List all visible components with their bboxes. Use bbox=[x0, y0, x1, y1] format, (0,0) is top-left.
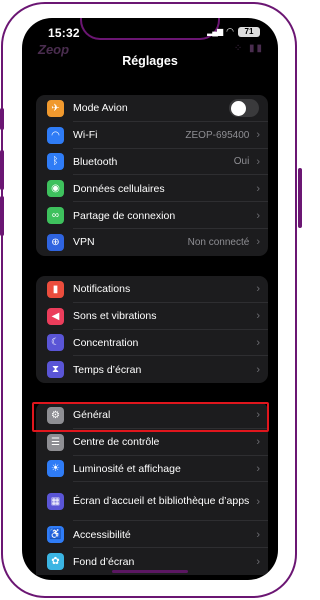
settings-row-airplane-mode[interactable]: ✈ Mode Avion bbox=[36, 95, 268, 122]
chevron-right-icon: › bbox=[256, 363, 260, 376]
wifi-icon: ◠ bbox=[47, 126, 64, 144]
signal-icon: ▂▄▆ bbox=[207, 27, 223, 36]
settings-row-wifi[interactable]: ◠ Wi-Fi ZEOP-695400 › bbox=[36, 122, 268, 149]
status-time: 15:32 bbox=[48, 26, 80, 40]
chevron-right-icon: › bbox=[256, 336, 260, 349]
sun-icon: ☀ bbox=[47, 460, 64, 478]
chevron-right-icon: › bbox=[256, 555, 260, 568]
home-indicator bbox=[112, 570, 188, 573]
settings-row-label: Données cellulaires bbox=[73, 182, 165, 195]
globe-icon: ⊕ bbox=[47, 233, 64, 251]
settings-row-control-center[interactable]: ☰ Centre de contrôle › bbox=[36, 429, 268, 456]
side-button-left-low bbox=[0, 196, 4, 236]
highlight-general-outline bbox=[32, 402, 269, 432]
settings-row-label: Notifications bbox=[73, 283, 131, 296]
side-button-right bbox=[298, 168, 302, 228]
settings-row-label: Sons et vibrations bbox=[73, 310, 157, 323]
battery-icon: 71 bbox=[238, 26, 260, 37]
settings-row-bluetooth[interactable]: ᛒ Bluetooth Oui › bbox=[36, 149, 268, 176]
bluetooth-icon: ᛒ bbox=[47, 153, 64, 171]
settings-row-label: Écran d’accueil et bibliothèque d’apps bbox=[73, 495, 250, 508]
chevron-right-icon: › bbox=[256, 155, 260, 168]
settings-row-label: Centre de contrôle bbox=[73, 436, 160, 449]
settings-row-label: Mode Avion bbox=[73, 102, 128, 115]
settings-row-home-screen[interactable]: ▦ Écran d’accueil et bibliothèque d’apps… bbox=[36, 482, 268, 522]
settings-row-label: Fond d’écran bbox=[73, 555, 135, 568]
accessibility-icon: ♿ bbox=[47, 526, 64, 544]
settings-row-value: Non connecté bbox=[187, 236, 250, 248]
settings-group-notifications: ▮ Notifications › ◀ Sons et vibrations ›… bbox=[36, 276, 268, 384]
settings-row-label: VPN bbox=[73, 236, 95, 249]
page-title: Réglages bbox=[122, 54, 178, 68]
chevron-right-icon: › bbox=[256, 462, 260, 475]
chevron-right-icon: › bbox=[256, 129, 260, 142]
settings-row-screen-time[interactable]: ⧗ Temps d’écran › bbox=[36, 356, 268, 383]
settings-row-label: Concentration bbox=[73, 336, 139, 349]
side-button-left-mid bbox=[0, 150, 4, 190]
hourglass-icon: ⧗ bbox=[47, 361, 64, 379]
settings-row-label: Temps d’écran bbox=[73, 363, 142, 376]
wifi-status-icon: ◠ bbox=[226, 26, 234, 36]
settings-row-value: Oui bbox=[233, 156, 250, 168]
flower-icon: ✿ bbox=[47, 553, 64, 571]
speaker-icon: ◀ bbox=[47, 307, 64, 325]
chevron-right-icon: › bbox=[256, 310, 260, 323]
settings-row-label: Wi-Fi bbox=[73, 129, 98, 142]
airplane-mode-toggle[interactable] bbox=[229, 99, 259, 118]
screen: 15:32 ▂▄▆ ◠ 71 Zeop ⁘ ▮▮ Réglages ✈ Mode… bbox=[22, 18, 278, 580]
settings-row-label: Bluetooth bbox=[73, 155, 118, 168]
settings-row-label: Partage de connexion bbox=[73, 209, 176, 222]
settings-group-connectivity: ✈ Mode Avion ◠ Wi-Fi ZEOP-695400 › ᛒ Blu… bbox=[36, 95, 268, 256]
chevron-right-icon: › bbox=[256, 236, 260, 249]
settings-row-focus[interactable]: ☾ Concentration › bbox=[36, 330, 268, 357]
antenna-icon: ◉ bbox=[47, 180, 64, 198]
airplane-icon: ✈ bbox=[47, 99, 64, 117]
settings-row-sounds[interactable]: ◀ Sons et vibrations › bbox=[36, 303, 268, 330]
sliders-icon: ☰ bbox=[47, 433, 64, 451]
link-icon: ∞ bbox=[47, 207, 64, 225]
settings-row-vpn[interactable]: ⊕ VPN Non connecté › bbox=[36, 229, 268, 256]
grid-icon: ▦ bbox=[47, 493, 64, 511]
side-button-left-top bbox=[0, 108, 4, 130]
settings-row-label: Luminosité et affichage bbox=[73, 462, 181, 475]
settings-row-value: ZEOP-695400 bbox=[185, 129, 250, 141]
moon-icon: ☾ bbox=[47, 334, 64, 352]
settings-row-accessibility[interactable]: ♿ Accessibilité › bbox=[36, 521, 268, 548]
status-indicators: ▂▄▆ ◠ 71 bbox=[207, 26, 260, 37]
settings-row-hotspot[interactable]: ∞ Partage de connexion › bbox=[36, 202, 268, 229]
brand-signal-icon: ⁘ ▮▮ bbox=[233, 43, 264, 54]
chevron-right-icon: › bbox=[256, 283, 260, 296]
chevron-right-icon: › bbox=[256, 495, 260, 508]
settings-row-notifications[interactable]: ▮ Notifications › bbox=[36, 276, 268, 303]
chevron-right-icon: › bbox=[256, 528, 260, 541]
settings-row-label: Accessibilité bbox=[73, 528, 131, 541]
toggle-knob bbox=[230, 100, 246, 116]
chevron-right-icon: › bbox=[256, 182, 260, 195]
bell-icon: ▮ bbox=[47, 280, 64, 298]
chevron-right-icon: › bbox=[256, 209, 260, 222]
settings-row-cellular[interactable]: ◉ Données cellulaires › bbox=[36, 175, 268, 202]
chevron-right-icon: › bbox=[256, 436, 260, 449]
settings-row-display[interactable]: ☀ Luminosité et affichage › bbox=[36, 456, 268, 483]
